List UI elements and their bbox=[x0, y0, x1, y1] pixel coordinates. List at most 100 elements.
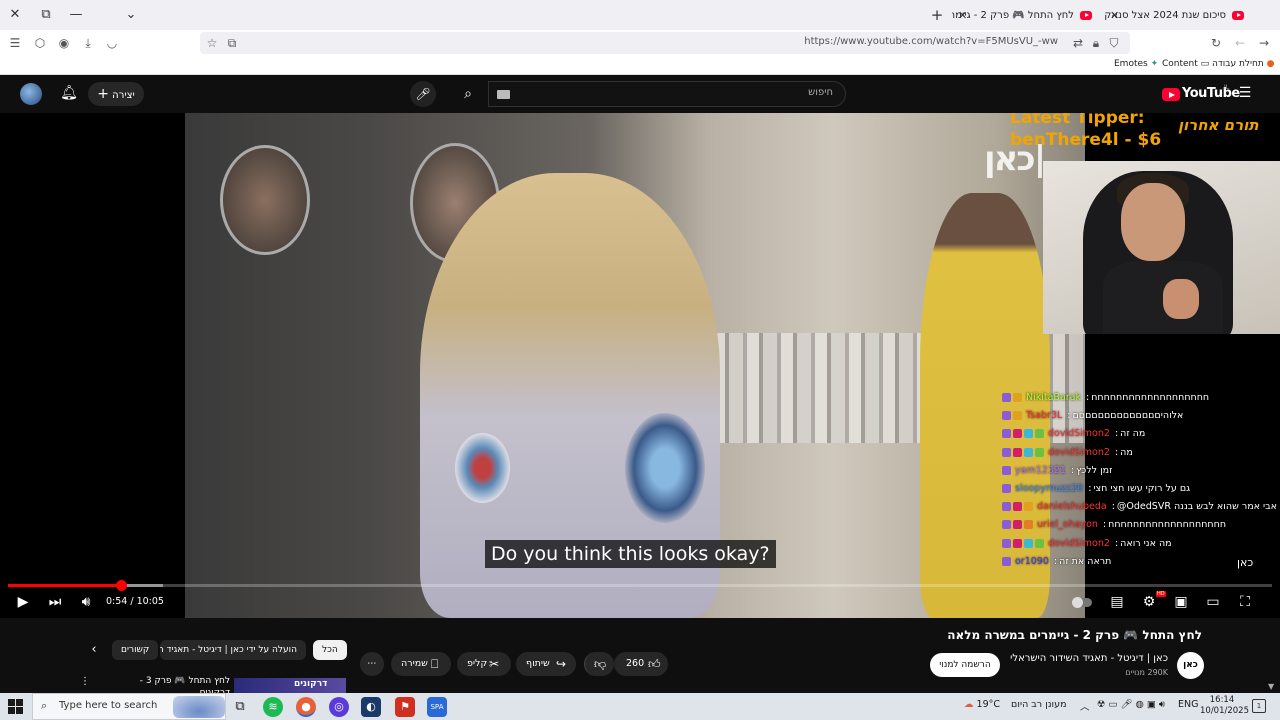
chip-related[interactable]: קשורים bbox=[112, 640, 159, 660]
miniplayer-icon[interactable]: ▣ bbox=[1169, 592, 1193, 612]
close-tab-icon[interactable]: ✕ bbox=[958, 3, 967, 29]
weather-widget[interactable]: ☁ 19°C מעונן רב היום bbox=[964, 699, 1067, 710]
chat-badge-icon bbox=[1024, 538, 1033, 548]
share-button[interactable]: שיתוף ↪ bbox=[516, 652, 576, 676]
chip-uploaded-by[interactable]: הועלה על ידי כאן | דיגיטל - תאגיד ה... bbox=[160, 640, 306, 660]
bookmark-folder-content[interactable]: Content ▭ bbox=[1162, 59, 1209, 69]
taskbar-search-input[interactable]: ⌕ Type here to search bbox=[32, 693, 226, 720]
chat-message: dovidSimon2: מה bbox=[1000, 445, 1280, 463]
chat-username: yam12321 bbox=[1015, 464, 1066, 476]
play-button[interactable]: ▶ bbox=[11, 592, 35, 612]
scrubber-handle[interactable] bbox=[115, 580, 127, 591]
firefox-icon[interactable]: ● bbox=[296, 697, 316, 717]
channel-name[interactable]: כאן | דיגיטל - תאגיד השידור הישראלי bbox=[1010, 653, 1168, 664]
app-icon-blue[interactable]: SPA bbox=[427, 697, 447, 717]
back-icon[interactable]: ← bbox=[1232, 35, 1248, 51]
youtube-logo[interactable]: YouTube IL bbox=[1162, 84, 1240, 104]
taskbar-clock[interactable]: 16:14 10/01/2025 bbox=[1200, 695, 1249, 717]
subtitles-icon[interactable]: ▤ bbox=[1105, 592, 1129, 612]
menu-icon[interactable]: ☰ bbox=[7, 35, 23, 51]
fullscreen-icon[interactable]: ⛶ bbox=[1233, 592, 1257, 612]
tray-overflow-icon[interactable]: ︿ bbox=[1080, 699, 1090, 713]
subscribe-button[interactable]: הרשמה למנוי bbox=[930, 653, 1000, 677]
steam-icon[interactable]: ◐ bbox=[361, 697, 381, 717]
next-button[interactable]: ⏭ bbox=[43, 592, 67, 612]
like-count: 260 bbox=[626, 658, 645, 669]
minimize-window-icon[interactable]: — bbox=[66, 5, 86, 25]
chat-badge-icon bbox=[1002, 520, 1011, 530]
tray-icons[interactable]: ☢ ▭ 🎤︎ ◍ ▣ 🔊︎ bbox=[1097, 699, 1165, 710]
plus-icon: + bbox=[97, 86, 109, 102]
chips-scroll-left-icon[interactable]: ‹ bbox=[86, 642, 102, 658]
forward-icon[interactable]: → bbox=[1256, 35, 1272, 51]
reader-view-icon[interactable]: ⧉ bbox=[224, 35, 240, 51]
youtube-header: 🔔︎ יצירה + 🎤︎ ⌕ חיפוש YouTube IL ☰ bbox=[0, 75, 1280, 113]
downloads-icon[interactable]: ⤓ bbox=[80, 35, 96, 51]
search-highlight-image bbox=[173, 696, 225, 718]
streamer-webcam bbox=[1043, 161, 1280, 334]
save-button[interactable]: שמירה ⎕ bbox=[391, 652, 451, 676]
search-placeholder: חיפוש bbox=[808, 87, 833, 98]
app-icon-red[interactable]: ⚑ bbox=[395, 697, 415, 717]
chat-badge-icon bbox=[1013, 538, 1022, 548]
address-bar[interactable]: ☆ ⧉ https://www.youtube.com/watch?v=F5MU… bbox=[200, 32, 1130, 54]
recommended-video-title[interactable]: לחץ התחל 🎮 פרק 3 - דרקונים bbox=[112, 675, 230, 693]
chat-message: danielshubeda: @OdedSVR אבי אמר שהוא לבש … bbox=[1000, 499, 1280, 517]
chat-message: uriel_ohayon: חחחחחחחחחחחחחחחחחחח bbox=[1000, 517, 1280, 535]
permissions-icon[interactable]: ⇄ bbox=[1070, 35, 1086, 51]
chat-message-text: חחחחחחחחחחחחחחחחחחח bbox=[1108, 519, 1227, 531]
close-tab-icon[interactable]: ✕ bbox=[1110, 3, 1119, 29]
dislike-button[interactable]: 👎︎ bbox=[584, 652, 614, 676]
chat-message: sloopymuzz20: גם על רוקי עשו חצי חצי bbox=[1000, 481, 1280, 499]
new-tab-button[interactable]: + bbox=[928, 5, 946, 25]
bookmark-star-icon[interactable]: ☆ bbox=[204, 35, 220, 51]
spotify-icon[interactable]: ≋ bbox=[263, 697, 283, 717]
search-icon[interactable]: ⌕ bbox=[448, 81, 488, 107]
chat-username: dovidSimon2 bbox=[1048, 537, 1110, 549]
recommended-more-icon[interactable]: ⋮ bbox=[80, 676, 90, 688]
task-view-icon[interactable]: ⧉ bbox=[230, 697, 250, 717]
video-player[interactable]: כאן| Latest Tipper: benThere4l - $6 תורם… bbox=[0, 113, 1280, 618]
progress-bar[interactable] bbox=[8, 580, 1272, 591]
notification-center-icon[interactable]: 1 bbox=[1252, 699, 1266, 713]
channel-avatar[interactable]: כאן bbox=[1177, 652, 1204, 679]
account-icon[interactable]: ◉ bbox=[56, 35, 72, 51]
close-window-icon[interactable]: ✕ bbox=[5, 5, 25, 25]
scroll-down-icon[interactable]: ▼ bbox=[1268, 682, 1274, 691]
tab-list-icon[interactable]: ⌄ bbox=[121, 5, 141, 25]
chat-badge-icon bbox=[1002, 465, 1011, 475]
reload-icon[interactable]: ↻ bbox=[1208, 35, 1224, 51]
theater-mode-icon[interactable]: ▭ bbox=[1201, 592, 1225, 612]
url-text: https://www.youtube.com/watch?v=F5MUsVU_… bbox=[804, 36, 1058, 47]
chat-username: NikitaBarak bbox=[1026, 392, 1082, 403]
messenger-icon[interactable]: ◎ bbox=[329, 697, 349, 717]
search-input[interactable]: חיפוש bbox=[488, 81, 846, 107]
create-button[interactable]: יצירה + bbox=[88, 82, 144, 106]
recommended-video-thumbnail[interactable]: דרקונים bbox=[234, 678, 346, 693]
autoplay-toggle[interactable] bbox=[1072, 597, 1092, 608]
windows-start-icon[interactable] bbox=[8, 699, 23, 714]
volume-icon[interactable]: 🔊︎ bbox=[74, 592, 98, 612]
chip-all[interactable]: הכל bbox=[313, 640, 347, 660]
language-indicator[interactable]: ENG bbox=[1178, 699, 1198, 710]
lock-icon[interactable]: 🔒︎ bbox=[1088, 35, 1104, 51]
keyboard-icon[interactable] bbox=[497, 90, 510, 99]
stream-chat-overlay: NikitaBarak: חחחחחחחחחחחחחחחחחחח Tsabr3L: א… bbox=[1000, 390, 1280, 572]
extensions-icon[interactable]: ⬡ bbox=[32, 35, 48, 51]
clip-button[interactable]: קליפ ✂ bbox=[457, 652, 511, 676]
chat-message-text: אלוהיםםםםםםםםםםםםםם bbox=[1072, 410, 1184, 422]
pocket-icon[interactable]: ◡ bbox=[104, 35, 120, 51]
tab-inactive[interactable]: סיכום שנת 2024 אצל סנאקס - ‫ ✕ bbox=[1104, 3, 1250, 29]
more-actions-button[interactable]: ⋯ bbox=[360, 652, 384, 676]
notifications-bell-icon[interactable]: 🔔︎ bbox=[60, 85, 78, 103]
avatar[interactable] bbox=[20, 83, 42, 105]
chat-badge-icon bbox=[1024, 520, 1033, 530]
guide-menu-icon[interactable]: ☰ bbox=[1236, 85, 1254, 103]
tab-active[interactable]: לחץ התחל 🎮 פרק 2 - גיימרים ‫ ✕ bbox=[952, 3, 1098, 29]
like-button[interactable]: 260 👍︎ bbox=[614, 652, 668, 676]
restore-window-icon[interactable]: ⧉ bbox=[36, 5, 56, 25]
voice-search-mic-icon[interactable]: 🎤︎ bbox=[410, 81, 436, 107]
bookmark-emotes[interactable]: Emotes ✦ bbox=[1114, 59, 1158, 69]
bookmark-getting-started[interactable]: תחילת עבודה ● bbox=[1212, 59, 1275, 69]
shield-icon[interactable]: ⛉ bbox=[1106, 35, 1122, 51]
